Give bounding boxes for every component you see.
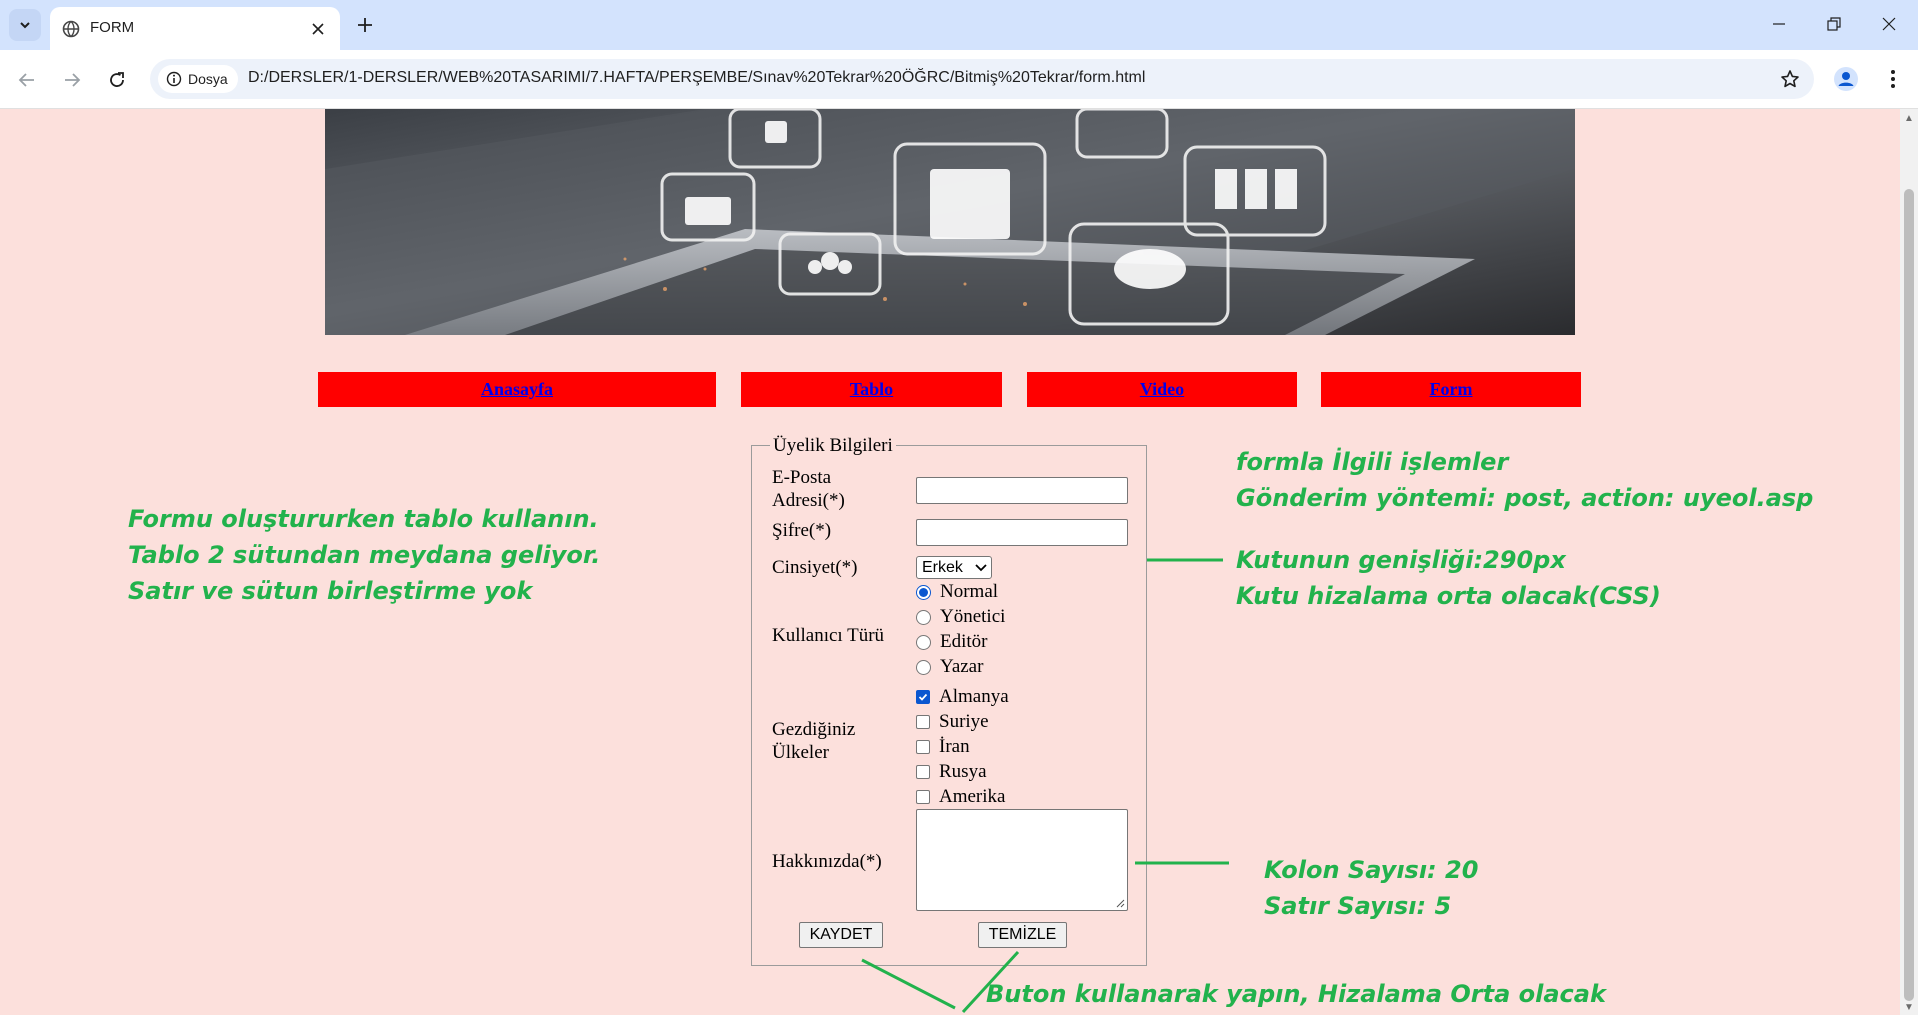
browser-toolbar: Dosya D:/DERSLER/1-DERSLER/WEB%20TASARIM… xyxy=(0,50,1918,109)
reload-button[interactable] xyxy=(102,65,132,95)
window-close-button[interactable] xyxy=(1866,6,1912,42)
star-icon xyxy=(1781,70,1799,88)
new-tab-button[interactable] xyxy=(352,12,378,38)
note-line: Gönderim yöntemi: post, action: uyeol.as… xyxy=(1236,484,1814,512)
note-line: Kutu hizalama orta olacak(CSS) xyxy=(1236,582,1661,610)
tab-search-button[interactable] xyxy=(9,9,41,41)
tab-title: FORM xyxy=(90,19,135,36)
tab-close-button[interactable] xyxy=(306,17,330,41)
site-info-chip[interactable]: Dosya xyxy=(158,65,238,93)
forward-arrow-icon xyxy=(65,73,81,87)
note-table-instructions: Formu oluştururken tablo kullanın. Tablo… xyxy=(128,501,600,609)
note-line: Tablo 2 sütundan meydana geliyor. xyxy=(128,541,601,569)
bookmark-button[interactable] xyxy=(1778,67,1802,91)
scroll-down-arrow-icon[interactable]: ▼ xyxy=(1904,1002,1914,1013)
forward-button[interactable] xyxy=(57,65,87,95)
active-tab[interactable]: FORM xyxy=(50,7,340,50)
browser-menu-button[interactable] xyxy=(1878,64,1908,94)
info-icon xyxy=(166,71,182,87)
scroll-thumb[interactable] xyxy=(1904,189,1914,1001)
back-arrow-icon xyxy=(18,73,34,87)
note-buttons: Buton kullanarak yapın, Hizalama Orta ol… xyxy=(986,980,1606,1008)
note-line: Formu oluştururken tablo kullanın. xyxy=(128,505,599,533)
globe-icon xyxy=(62,20,80,38)
note-line: Kolon Sayısı: 20 xyxy=(1264,856,1479,884)
reload-icon xyxy=(110,72,124,87)
close-icon xyxy=(312,23,324,35)
note-line: Satır Sayısı: 5 xyxy=(1264,892,1452,920)
site-chip-label: Dosya xyxy=(188,71,228,87)
chevron-down-icon xyxy=(20,22,30,29)
note-box-width: Kutunun genişliği:290px Kutu hizalama or… xyxy=(1236,542,1661,614)
back-button[interactable] xyxy=(12,65,42,95)
note-line: formla İlgili işlemler xyxy=(1236,448,1509,476)
minimize-icon xyxy=(1773,23,1785,25)
address-bar[interactable]: Dosya D:/DERSLER/1-DERSLER/WEB%20TASARIM… xyxy=(150,59,1814,99)
note-form-actions: formla İlgili işlemler Gönderim yöntemi:… xyxy=(1236,444,1813,516)
restore-button[interactable] xyxy=(1811,6,1857,42)
note-line: Kutunun genişliği:290px xyxy=(1236,546,1566,574)
plus-icon xyxy=(358,18,372,32)
scroll-up-arrow-icon[interactable]: ▲ xyxy=(1904,113,1914,124)
url-text[interactable]: D:/DERSLER/1-DERSLER/WEB%20TASARIMI/7.HA… xyxy=(248,69,1145,87)
page-scrollbar[interactable]: ▲ ▼ xyxy=(1900,109,1918,1015)
kebab-menu-icon xyxy=(1891,70,1895,88)
profile-button[interactable] xyxy=(1831,64,1861,94)
note-textarea-size: Kolon Sayısı: 20 Satır Sayısı: 5 xyxy=(1264,852,1478,924)
minimize-button[interactable] xyxy=(1756,6,1802,42)
note-line: Satır ve sütun birleştirme yok xyxy=(128,577,533,605)
page-viewport: Anasayfa Tablo Video Form Üyelik Bilgile… xyxy=(0,109,1900,1015)
profile-icon xyxy=(1834,67,1858,91)
restore-icon xyxy=(1827,17,1841,31)
window-close-icon xyxy=(1882,17,1896,31)
tab-strip: FORM xyxy=(0,0,1918,50)
